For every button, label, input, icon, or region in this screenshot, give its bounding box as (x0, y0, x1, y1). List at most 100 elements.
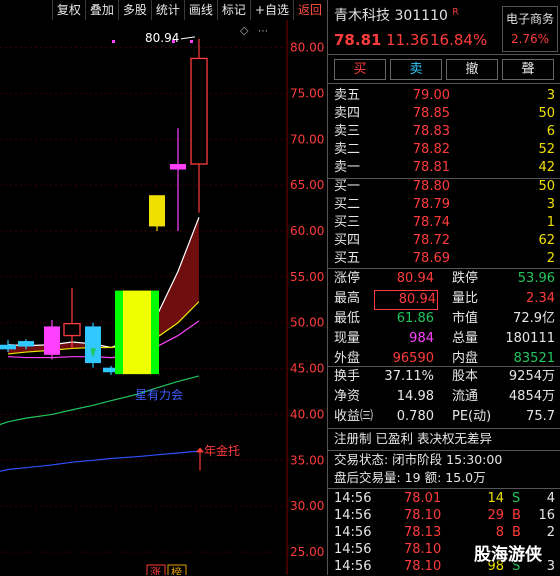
bottom-label: 星有力会 (135, 388, 183, 402)
sell-button[interactable]: 卖 (390, 59, 442, 80)
level-label: 买五 (334, 251, 361, 266)
tick-count: 3 (546, 559, 555, 574)
stat-value: 80.94 (374, 290, 438, 310)
stock-code: 301110 (394, 8, 448, 24)
tick-price: 78.10 (404, 508, 442, 523)
draw-line-button[interactable]: 画线 (183, 0, 217, 20)
level-volume: 50 (538, 179, 555, 194)
stat-row: 最高 80.94 量比 2.34 (328, 290, 560, 310)
ask-row[interactable]: 卖四 78.85 50 (328, 105, 560, 123)
tick-count: 16 (538, 508, 555, 523)
ask-row[interactable]: 卖五 79.00 3 (328, 87, 560, 105)
stat-value: 61.86 (396, 311, 434, 326)
stat-value: 4854万 (508, 389, 555, 404)
stat-label: 净资 (334, 389, 361, 404)
candle-body (170, 164, 186, 170)
stat-row: 最低 61.86 市值 72.9亿 (328, 310, 560, 328)
y-tick-label: 50.00 (290, 316, 324, 330)
support-arrow-head (196, 447, 204, 453)
tick-row[interactable]: 14:56 78.10 29 B 16 (328, 507, 560, 525)
multi-stock-button[interactable]: 多股 (117, 0, 151, 20)
level-volume: 42 (538, 160, 555, 175)
ask-row[interactable]: 卖一 78.81 42 (328, 159, 560, 177)
level-price: 78.69 (412, 251, 450, 266)
bid-row[interactable]: 买四 78.72 62 (328, 232, 560, 250)
ma-band (8, 217, 199, 354)
mark-button[interactable]: 标记 (216, 0, 250, 20)
stat-label: 总量 (452, 331, 479, 346)
y-tick-label: 30.00 (290, 499, 324, 513)
quote-panel: 青木科技 301110 R 电子商务 2.76% 78.81 11.36 16.… (327, 0, 560, 575)
candle-body (190, 57, 208, 165)
candle-body (63, 322, 81, 337)
tick-price: 78.10 (404, 559, 442, 574)
level-price: 78.81 (412, 160, 450, 175)
ask-row[interactable]: 卖二 78.82 52 (328, 141, 560, 159)
divider (328, 428, 560, 429)
tick-time: 14:56 (334, 525, 372, 540)
y-tick-label: 25.00 (290, 545, 324, 559)
level-price: 78.72 (412, 233, 450, 248)
stat-label: 股本 (452, 369, 479, 384)
marker-dot (190, 40, 193, 43)
stat-value: 37.11% (384, 369, 434, 384)
cancel-order-button[interactable]: 撤 (446, 59, 498, 80)
level-price: 78.79 (412, 197, 450, 212)
level-price: 78.82 (412, 142, 450, 157)
level-volume: 62 (538, 233, 555, 248)
tick-time: 14:56 (334, 491, 372, 506)
candlestick-chart[interactable]: 80.00 75.00 70.00 65.00 60.00 55.00 50.00 45.00… (0, 20, 326, 575)
stat-row: 现量 984 总量 180111 (328, 330, 560, 348)
registered-mark: R (452, 7, 459, 18)
watermark: 股海游侠 (474, 545, 542, 565)
divider (328, 54, 560, 55)
stat-value: 2.34 (526, 291, 555, 306)
badge-zhang: 涨 (150, 566, 161, 575)
tick-side: B (512, 508, 521, 523)
after-hours-text: 盘后交易量: 19 额: 15.0万 (334, 470, 486, 485)
level-label: 买二 (334, 197, 361, 212)
level-price: 78.74 (412, 215, 450, 230)
ask-row[interactable]: 卖三 78.83 6 (328, 123, 560, 141)
statistics-button[interactable]: 统计 (150, 0, 184, 20)
level-price: 78.83 (412, 124, 450, 139)
add-watchlist-button[interactable]: +自选 (249, 0, 293, 20)
level-label: 卖一 (334, 160, 361, 175)
bid-row[interactable]: 买五 78.69 2 (328, 250, 560, 268)
level-volume: 3 (546, 197, 555, 212)
tick-side: S (512, 491, 521, 506)
after-hours-line: 盘后交易量: 19 额: 15.0万 (328, 469, 560, 487)
back-button[interactable]: 返回 (292, 0, 326, 20)
y-tick-label: 40.00 (290, 407, 324, 421)
tick-count: 4 (546, 491, 555, 506)
bid-row[interactable]: 买二 78.79 3 (328, 196, 560, 214)
sector-label: 电子商务 (505, 12, 554, 26)
candle-body (18, 341, 34, 347)
divider (328, 488, 560, 489)
stat-value: 14.98 (396, 389, 434, 404)
stat-label: 市值 (452, 311, 479, 326)
level-label: 卖二 (334, 142, 361, 157)
price-change-pct: 16.84% (430, 31, 488, 49)
high-pointer (180, 36, 196, 40)
y-tick-label: 65.00 (290, 178, 324, 192)
restore-rights-button[interactable]: 复权 (51, 0, 85, 20)
stat-label: 量比 (452, 291, 479, 306)
level-price: 78.80 (412, 179, 450, 194)
marker-dot (172, 40, 175, 43)
level-volume: 6 (546, 124, 555, 139)
overlay-button[interactable]: 叠加 (84, 0, 118, 20)
y-tick-label: 35.00 (290, 453, 324, 467)
tick-time: 14:56 (334, 508, 372, 523)
bid-row[interactable]: 买三 78.74 1 (328, 214, 560, 232)
stock-name: 青木科技 (334, 8, 390, 24)
status-line: 交易状态: 闭市阶段 15:30:00 (328, 451, 560, 469)
level-price: 78.85 (412, 106, 450, 121)
tick-volume: 29 (487, 508, 504, 523)
bid-row[interactable]: 买一 78.80 50 (328, 178, 560, 196)
tick-price: 78.13 (404, 525, 442, 540)
tick-row[interactable]: 14:56 78.01 14 S 4 (328, 490, 560, 508)
stat-label: 涨停 (334, 271, 361, 286)
alert-button[interactable]: 聲 (502, 59, 554, 80)
buy-button[interactable]: 买 (334, 59, 386, 80)
